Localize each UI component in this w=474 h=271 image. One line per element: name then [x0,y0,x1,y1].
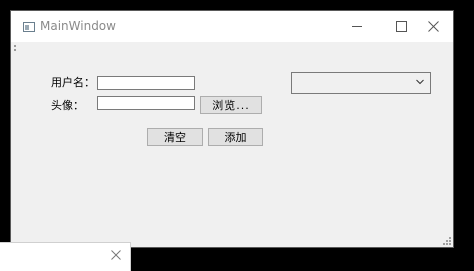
chevron-down-icon [416,79,424,85]
browse-button[interactable]: 浏览... [200,96,262,114]
minimize-button[interactable] [335,11,379,42]
close-icon [427,21,439,32]
notification-popup [0,242,131,271]
title-bar[interactable]: MainWindow [11,11,453,42]
popup-close-button[interactable] [108,247,124,263]
minimize-icon [352,26,362,27]
size-grip[interactable] [443,237,451,245]
clear-button[interactable]: 清空 [147,128,203,146]
toolbar-handle[interactable] [14,45,16,53]
username-label: 用户名： [51,76,95,89]
main-window: MainWindow 用户名： 头像： 浏览... 清空 添加 [10,10,454,248]
app-window-icon [23,22,35,32]
username-input[interactable] [97,76,195,90]
add-button[interactable]: 添加 [208,128,263,146]
maximize-icon [395,21,407,32]
avatar-path-input[interactable] [97,96,195,110]
close-button[interactable] [411,11,455,42]
window-title: MainWindow [40,19,116,33]
close-icon [111,250,121,260]
avatar-label: 头像： [51,99,84,112]
user-combo-box[interactable] [291,72,431,94]
